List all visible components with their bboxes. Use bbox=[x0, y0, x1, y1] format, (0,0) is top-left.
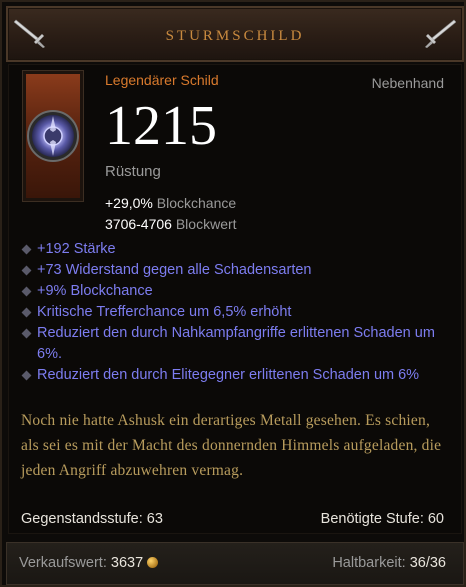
flavor-text: Noch nie hatte Ashusk ein derartiges Met… bbox=[21, 412, 442, 479]
diamond-bullet-icon bbox=[21, 370, 32, 381]
tooltip-header: STURMSCHILD bbox=[6, 6, 464, 62]
sell-value-row: Verkaufswert: 3637 bbox=[19, 555, 159, 571]
block-value-label: Blockwert bbox=[175, 216, 237, 232]
gold-coin-icon bbox=[147, 557, 159, 568]
block-chance-stat: +29,0% Blockchance bbox=[105, 195, 236, 211]
item-icon-frame bbox=[22, 70, 84, 202]
shield-icon bbox=[27, 110, 79, 162]
armor-label: Rüstung bbox=[105, 163, 161, 180]
diamond-bullet-icon bbox=[21, 328, 32, 339]
durability-label: Haltbarkeit: bbox=[332, 555, 406, 571]
property-item: +192 Stärke bbox=[21, 239, 441, 260]
item-name-title: STURMSCHILD bbox=[165, 28, 305, 44]
block-chance-value: +29,0% bbox=[105, 195, 153, 211]
item-icon-background bbox=[26, 74, 80, 198]
block-value-stat: 3706-4706 Blockwert bbox=[105, 216, 237, 232]
diamond-bullet-icon bbox=[21, 265, 32, 276]
diamond-bullet-icon bbox=[21, 244, 32, 255]
sell-value-label: Verkaufswert: bbox=[19, 555, 107, 571]
block-chance-label: Blockchance bbox=[156, 195, 237, 211]
tooltip-footer: Verkaufswert: 3637 Haltbarkeit: 36/36 bbox=[6, 542, 464, 585]
durability-row: Haltbarkeit: 36/36 bbox=[332, 555, 446, 571]
durability-value: 36/36 bbox=[409, 555, 446, 571]
property-item: +73 Widerstand gegen alle Schadensarten bbox=[21, 260, 441, 281]
item-rarity-type: Legendärer Schild bbox=[105, 72, 219, 88]
property-item: Reduziert den durch Nahkampfangriffe erl… bbox=[21, 323, 441, 365]
property-item: Kritische Trefferchance um 6,5% erhöht bbox=[21, 302, 441, 323]
diamond-bullet-icon bbox=[21, 286, 32, 297]
diamond-bullet-icon bbox=[21, 307, 32, 318]
property-item: Reduziert den durch Elitegegner erlitten… bbox=[21, 365, 441, 386]
level-requirements: Gegenstandsstufe: 63 Benötigte Stufe: 60 bbox=[21, 511, 444, 527]
block-value-value: 3706-4706 bbox=[105, 216, 172, 232]
item-tooltip: STURMSCHILD Legendärer Schild Nebenhand … bbox=[0, 0, 466, 587]
sword-icon bbox=[425, 19, 456, 48]
armor-value: 1215 bbox=[105, 95, 217, 157]
magic-properties-list: +192 Stärke +73 Widerstand gegen alle Sc… bbox=[21, 239, 441, 386]
item-slot: Nebenhand bbox=[371, 75, 444, 91]
sell-value-amount: 3637 bbox=[110, 555, 144, 571]
property-item: +9% Blockchance bbox=[21, 281, 441, 302]
tooltip-body: Legendärer Schild Nebenhand 1215 Rüstung… bbox=[8, 64, 462, 534]
item-level: Gegenstandsstufe: 63 bbox=[21, 511, 163, 527]
required-level: Benötigte Stufe: 60 bbox=[320, 511, 444, 527]
